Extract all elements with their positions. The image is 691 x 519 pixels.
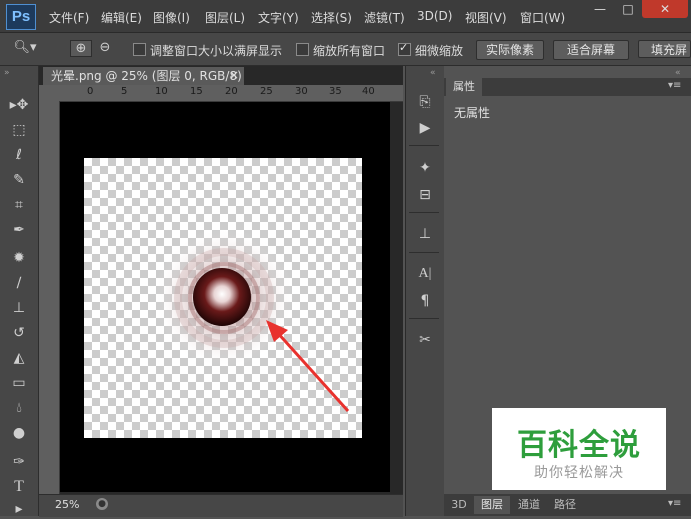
menu-filter[interactable]: 滤镜(T)	[364, 9, 405, 26]
tab-paths[interactable]: 路径	[548, 496, 582, 514]
menu-layer[interactable]: 图层(L)	[205, 9, 245, 26]
menu-select[interactable]: 选择(S)	[311, 9, 352, 26]
fit-screen-button[interactable]: 适合屏幕	[553, 40, 629, 60]
ruler-vertical	[39, 101, 60, 494]
zoom-tool-preset-icon[interactable]: 🔍︎▾	[10, 40, 40, 55]
annotation-arrow	[266, 320, 350, 413]
tab-layers[interactable]: 图层	[474, 496, 510, 514]
zoom-in-icon[interactable]: ⊕	[70, 40, 92, 57]
fill-screen-button[interactable]: 填充屏	[638, 40, 691, 58]
ruler-mark: 5	[121, 86, 128, 97]
pen-tool-icon[interactable]: ✑	[8, 452, 30, 472]
menu-window[interactable]: 窗口(W)	[520, 9, 565, 26]
move-tool-icon[interactable]: ▸✥	[8, 95, 30, 115]
tools-panel-icon[interactable]: ✂	[415, 330, 435, 350]
brush-tool-icon[interactable]: ∕	[8, 273, 30, 293]
separator	[409, 212, 439, 213]
eraser-tool-icon[interactable]: ◭	[8, 348, 30, 368]
minimize-button[interactable]: —	[586, 0, 614, 18]
marquee-tool-icon[interactable]: ⬚	[8, 120, 30, 140]
zoom-all-label: 缩放所有窗口	[313, 44, 386, 58]
ruler-mark: 30	[295, 86, 308, 97]
scrubby-zoom-checkbox[interactable]	[398, 41, 411, 56]
info-icon[interactable]: ●	[96, 498, 108, 510]
maximize-button[interactable]: □	[614, 0, 642, 18]
no-properties-text: 无属性	[454, 106, 491, 120]
document-tab-title: 光晕.png @ 25% (图层 0, RGB/8)	[51, 69, 242, 83]
history-brush-tool-icon[interactable]: ↺	[8, 323, 30, 343]
ruler-mark: 10	[155, 86, 168, 97]
character-panel-icon[interactable]: A|	[415, 264, 435, 284]
crop-tool-icon[interactable]: ⌗	[8, 195, 30, 215]
paragraph-panel-icon[interactable]: ¶	[415, 291, 435, 311]
close-button[interactable]: ✕	[642, 0, 688, 18]
panel-menu-icon[interactable]: ▾≡	[668, 498, 681, 509]
separator	[409, 318, 439, 319]
zoom-out-icon[interactable]: ⊖	[95, 40, 115, 55]
status-bar	[39, 494, 403, 517]
menu-file[interactable]: 文件(F)	[49, 9, 89, 26]
close-tab-icon[interactable]: ×	[229, 68, 239, 82]
ruler-mark: 40	[362, 86, 375, 97]
dodge-tool-icon[interactable]: ●	[8, 423, 30, 443]
watermark-title: 百科全说	[517, 428, 641, 463]
type-tool-icon[interactable]: T	[8, 477, 30, 497]
resize-window-label: 调整窗口大小以满屏显示	[150, 44, 283, 58]
ruler-mark: 35	[329, 86, 342, 97]
tab-3d[interactable]: 3D	[446, 496, 472, 514]
separator	[409, 145, 439, 146]
separator	[409, 252, 439, 253]
lasso-tool-icon[interactable]: ℓ	[8, 145, 30, 165]
brush-panel-icon[interactable]: ✦	[415, 158, 435, 178]
ruler-mark: 20	[225, 86, 238, 97]
actions-panel-icon[interactable]: ▶	[415, 118, 435, 138]
ruler-mark: 15	[190, 86, 203, 97]
ruler-mark: 0	[87, 86, 94, 97]
collapse-icon[interactable]: «	[430, 68, 436, 78]
resize-window-checkbox[interactable]	[133, 43, 146, 56]
tool-presets-icon[interactable]: ⊟	[415, 185, 435, 205]
history-panel-icon[interactable]: ⎘	[415, 92, 435, 112]
tab-channels[interactable]: 通道	[512, 496, 546, 514]
menu-image[interactable]: 图像(I)	[153, 9, 190, 26]
ruler-mark: 25	[260, 86, 273, 97]
quick-select-tool-icon[interactable]: ✎	[8, 170, 30, 190]
clone-stamp-tool-icon[interactable]: ⊥	[8, 298, 30, 318]
menu-type[interactable]: 文字(Y)	[258, 9, 299, 26]
eyedropper-tool-icon[interactable]: ✒	[8, 220, 30, 240]
clone-source-icon[interactable]: ⊥	[415, 224, 435, 244]
zoom-all-checkbox[interactable]	[296, 43, 309, 56]
zoom-level[interactable]: 25%	[55, 498, 79, 511]
scrubby-zoom-label: 细微缩放	[415, 44, 464, 58]
healing-brush-tool-icon[interactable]: ✹	[8, 248, 30, 268]
menu-3d[interactable]: 3D(D)	[417, 9, 452, 23]
collapse-icon[interactable]: »	[4, 68, 10, 78]
ps-logo: Ps	[6, 4, 36, 30]
menu-edit[interactable]: 编辑(E)	[101, 9, 142, 26]
document-tab[interactable]: 光晕.png @ 25% (图层 0, RGB/8)	[43, 67, 244, 85]
panel-menu-icon[interactable]: ▾≡	[668, 80, 681, 91]
actual-pixels-button[interactable]: 实际像素	[476, 40, 544, 60]
collapse-icon[interactable]: «	[675, 68, 681, 78]
menu-view[interactable]: 视图(V)	[465, 9, 507, 26]
path-select-tool-icon[interactable]: ▸	[8, 499, 30, 519]
tab-properties[interactable]: 属性	[446, 78, 482, 96]
watermark-subtitle: 助你轻松解决	[534, 465, 624, 481]
ruler-horizontal: 0 5 10 15 20 25 30 35 40	[59, 85, 403, 102]
blur-tool-icon[interactable]: 💧︎	[8, 398, 30, 418]
gradient-tool-icon[interactable]: ▭	[8, 373, 30, 393]
ruler-corner	[39, 85, 59, 101]
